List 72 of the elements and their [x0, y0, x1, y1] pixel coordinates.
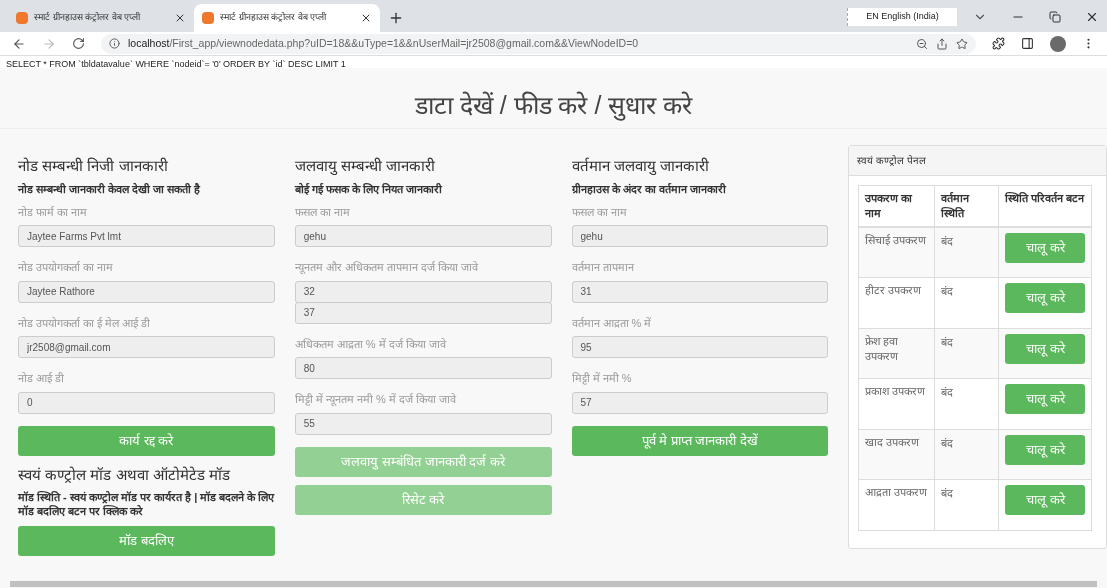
input-field[interactable]: jr2508@gmail.com — [18, 336, 275, 358]
section-note: मॉड स्थिति - स्वयं कण्ट्रोल मॉड पर कार्यरत है | मॉड बदलने के लिए मॉड बदलिए बटन पर क्लिक करे — [18, 490, 275, 518]
field-label: अधिकतम आद्रता % में दर्ज किया जावे — [294, 336, 448, 352]
input-field[interactable]: 0 — [18, 391, 275, 414]
table-cell: प्रकाश उपकरण — [858, 378, 935, 429]
share-icon[interactable] — [936, 37, 948, 50]
field-label: वर्तमान आद्रता % में — [571, 315, 653, 331]
input-field[interactable]: Jaytee Farms Pvt lmt — [18, 225, 275, 247]
section-heading: जलवायु सम्बन्धी जानकारी — [294, 156, 437, 177]
field-label: मिट्टी में नमी % — [571, 371, 633, 387]
table-cell: फ्रेश हवा उपकरण — [858, 328, 935, 379]
section-heading: स्वयं कण्ट्रोल मॉड अथवा ऑटोमेटेड मॉड — [18, 464, 231, 485]
section-note: ग्रीनहाउस के अंदर का वर्तमान जानकारी — [571, 181, 728, 196]
restore-icon[interactable] — [1049, 11, 1061, 23]
side-panel-icon[interactable] — [1021, 37, 1034, 50]
field-label: फसल का नाम — [571, 204, 628, 220]
field-label: मिट्टी में न्यूनतम नमी % में दर्ज किया जावे — [294, 392, 458, 408]
address-bar[interactable]: localhost/First_app/viewnodedata.php?uID=18&&uType=1&&nUserMail=jr2508@gmail.com&&ViewNodeID=0 — [101, 33, 976, 54]
input-field[interactable]: 95 — [571, 336, 829, 358]
close-icon[interactable] — [1085, 10, 1099, 24]
bookmark-star-icon[interactable] — [956, 37, 968, 50]
section-heading: नोड सम्बन्धी निजी जानकारी — [18, 156, 169, 176]
table-cell: खाद उपकरण — [858, 429, 935, 480]
input-field[interactable]: 31 — [571, 280, 829, 303]
profile-avatar[interactable] — [1050, 35, 1066, 52]
input-field[interactable]: 57 — [571, 391, 829, 414]
new-tab-icon[interactable] — [388, 10, 404, 26]
info-icon[interactable] — [109, 38, 120, 49]
table-cell: बंद — [934, 328, 999, 379]
section-heading: वर्तमान जलवायु जानकारी — [571, 156, 710, 177]
field-label: वर्तमान तापमान — [571, 260, 636, 275]
field-label: नोड उपयोगकर्ता का नाम — [18, 260, 115, 275]
close-icon[interactable] — [360, 12, 372, 24]
input-field[interactable]: gehu — [294, 225, 552, 247]
table-cell: बंद — [934, 479, 999, 530]
input-field[interactable]: 80 — [294, 357, 552, 379]
field-label: न्यूनतम और अधिकतम तापमान दर्ज किया जावे — [294, 260, 480, 276]
browser-tab[interactable]: स्मार्ट ग्रीनहाउस कंट्रोलर वेब एप्ली — [8, 4, 194, 32]
zoom-icon[interactable] — [916, 37, 928, 50]
tab-title: स्मार्ट ग्रीनहाउस कंट्रोलर वेब एप्ली — [34, 11, 142, 25]
table-cell: बंद — [934, 429, 999, 480]
table-cell: आद्रता उपकरण — [858, 479, 935, 530]
input-field[interactable]: gehu — [571, 225, 829, 247]
close-icon[interactable] — [174, 12, 186, 24]
input-field[interactable]: Jaytee Rathore — [18, 280, 275, 303]
reload-icon[interactable] — [72, 37, 85, 50]
table-cell: बंद — [934, 227, 999, 278]
table-cell: बंद — [934, 277, 999, 328]
input-field[interactable]: 55 — [294, 412, 552, 435]
field-label: फसल का नाम — [294, 204, 351, 220]
field-label: नोड आई डी — [18, 371, 66, 386]
language-indicator[interactable]: EN English (India) — [847, 8, 957, 26]
table-cell: सिचाई उपकरण — [858, 227, 935, 278]
browser-tab[interactable]: स्मार्ट ग्रीनहाउस कंट्रोलर वेब एप्ली — [194, 4, 380, 32]
page-title: डाटा देखें / फीड करे / सुधार करे — [414, 90, 693, 122]
field-label: नोड फार्म का नाम — [18, 204, 89, 220]
back-icon[interactable] — [12, 36, 26, 51]
extensions-icon[interactable] — [992, 37, 1005, 50]
horizontal-scrollbar[interactable] — [10, 581, 1097, 587]
panel-title: स्वयं कण्ट्रोल पेनल — [849, 146, 1106, 176]
url-text: localhost/First_app/viewnodedata.php?uID=18&&uType=1&&nUserMail=jr2508@gmail.com&&ViewNodeID=0 — [128, 35, 639, 51]
section-note: बोई गई फसक के लिए नियत जानकारी — [294, 181, 444, 196]
input-field[interactable]: 37 — [294, 301, 552, 324]
input-field[interactable]: 32 — [294, 280, 552, 303]
field-label: नोड उपयोगकर्ता का ई मेल आई डी — [18, 315, 152, 331]
tab-title: स्मार्ट ग्रीनहाउस कंट्रोलर वेब एप्ली — [220, 11, 328, 25]
section-note: नोड सम्बन्धी जानकारी केवल देखी जा सकती है — [18, 181, 202, 196]
query-text: SELECT * FROM `tbldatavalue` WHERE `nodeid`= '0' ORDER BY `id` DESC LIMIT 1 — [0, 56, 1107, 68]
table-cell: बंद — [934, 378, 999, 429]
app-icon — [202, 12, 214, 24]
app-icon — [16, 12, 28, 24]
table-cell: हीटर उपकरण — [858, 277, 935, 328]
